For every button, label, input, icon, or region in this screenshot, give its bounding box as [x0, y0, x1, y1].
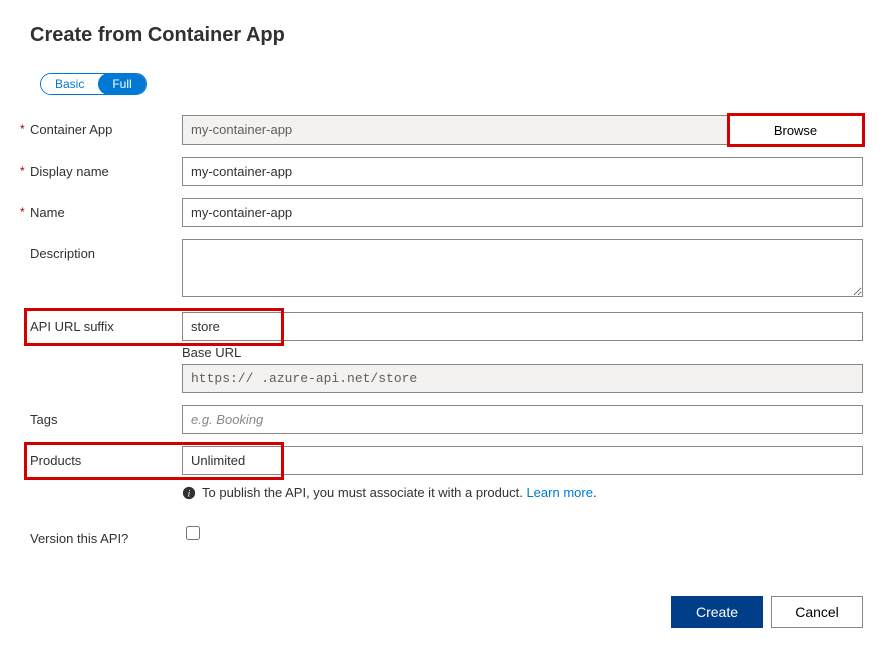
tags-input[interactable] [182, 405, 863, 434]
info-icon: i [182, 486, 196, 500]
create-button[interactable]: Create [671, 596, 763, 628]
label-products: Products [30, 453, 81, 468]
browse-button[interactable]: Browse [729, 115, 863, 145]
label-version-api: Version this API? [30, 531, 128, 546]
mode-toggle: Basic Full [40, 73, 863, 95]
toggle-basic[interactable]: Basic [41, 73, 98, 95]
info-text: To publish the API, you must associate i… [202, 485, 526, 500]
cancel-button[interactable]: Cancel [771, 596, 863, 628]
svg-text:i: i [188, 488, 191, 499]
label-base-url: Base URL [182, 345, 863, 360]
display-name-input[interactable] [182, 157, 863, 186]
label-description: Description [30, 246, 95, 261]
label-container-app: Container App [30, 122, 112, 137]
toggle-full[interactable]: Full [98, 73, 145, 95]
page-title: Create from Container App [30, 24, 863, 47]
learn-more-link[interactable]: Learn more [526, 485, 592, 500]
api-url-suffix-input[interactable] [182, 312, 863, 341]
container-app-field: my-container-app [182, 115, 729, 145]
label-api-url-suffix: API URL suffix [30, 319, 114, 334]
required-marker: * [20, 205, 25, 219]
base-url-field: https:// .azure-api.net/store [182, 364, 863, 393]
required-marker: * [20, 122, 25, 136]
description-textarea[interactable] [182, 239, 863, 297]
required-marker: * [20, 164, 25, 178]
info-period: . [593, 485, 597, 500]
label-tags: Tags [30, 412, 57, 427]
label-name: Name [30, 205, 65, 220]
products-input[interactable] [182, 446, 863, 475]
label-display-name: Display name [30, 164, 109, 179]
version-api-checkbox[interactable] [186, 526, 200, 540]
name-input[interactable] [182, 198, 863, 227]
